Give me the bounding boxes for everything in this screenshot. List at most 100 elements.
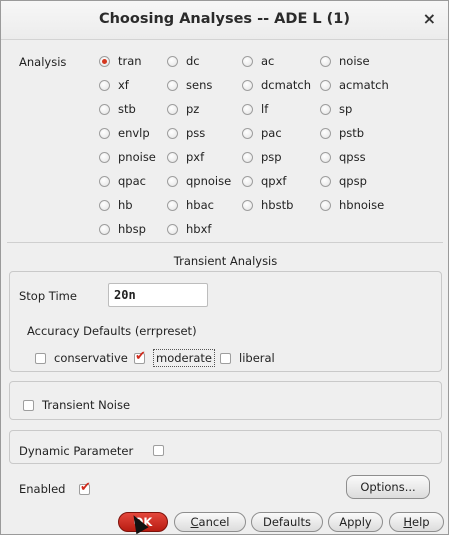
choosing-analyses-dialog: Choosing Analyses -- ADE L (1) × Analysi… xyxy=(0,0,449,535)
radio-dot xyxy=(320,127,331,139)
analysis-radio-hbstb[interactable]: hbstb xyxy=(242,196,293,214)
accuracy-moderate-checkbox[interactable]: moderate xyxy=(134,349,215,367)
radio-dot xyxy=(167,55,178,67)
radio-dot xyxy=(99,127,110,139)
enabled-checkbox[interactable] xyxy=(79,480,98,498)
analysis-radio-qpxf[interactable]: qpxf xyxy=(242,172,286,190)
radio-label: sens xyxy=(186,78,213,92)
radio-label: pac xyxy=(261,126,282,140)
radio-label: sp xyxy=(339,102,353,116)
analysis-radio-sens[interactable]: sens xyxy=(167,76,212,94)
title-bar: Choosing Analyses -- ADE L (1) × xyxy=(1,1,448,40)
analysis-radio-pac[interactable]: pac xyxy=(242,124,282,142)
options-button[interactable]: Options... xyxy=(346,475,430,499)
radio-dot xyxy=(99,151,110,163)
dynamic-parameter-label: Dynamic Parameter xyxy=(19,444,134,458)
radio-label: envlp xyxy=(118,126,150,140)
radio-label: qpac xyxy=(118,174,146,188)
dynamic-parameter-checkbox[interactable] xyxy=(153,441,172,459)
apply-button[interactable]: Apply xyxy=(328,512,383,532)
help-button[interactable]: Help xyxy=(389,512,444,532)
radio-dot xyxy=(320,79,331,91)
analysis-radio-hbxf[interactable]: hbxf xyxy=(167,220,211,238)
analysis-radio-pstb[interactable]: pstb xyxy=(320,124,364,142)
cancel-label-post: ancel xyxy=(198,515,230,529)
radio-dot xyxy=(99,199,110,211)
analysis-radio-hbnoise[interactable]: hbnoise xyxy=(320,196,384,214)
analysis-radio-qpac[interactable]: qpac xyxy=(99,172,146,190)
analysis-radio-hbsp[interactable]: hbsp xyxy=(99,220,146,238)
radio-dot xyxy=(167,127,178,139)
radio-dot xyxy=(167,79,178,91)
radio-label: pss xyxy=(186,126,206,140)
close-icon[interactable]: × xyxy=(423,9,436,28)
analysis-radio-pnoise[interactable]: pnoise xyxy=(99,148,156,166)
radio-dot xyxy=(320,151,331,163)
analysis-radio-tran[interactable]: tran xyxy=(99,52,142,70)
analysis-radio-pz[interactable]: pz xyxy=(167,100,199,118)
radio-label: hb xyxy=(118,198,133,212)
checkbox-label: Transient Noise xyxy=(42,398,131,412)
accuracy-defaults-label: Accuracy Defaults (errpreset) xyxy=(27,324,197,338)
radio-dot xyxy=(242,103,253,115)
analysis-radio-noise[interactable]: noise xyxy=(320,52,370,70)
defaults-button[interactable]: Defaults xyxy=(251,512,323,532)
accuracy-liberal-checkbox[interactable]: liberal xyxy=(220,349,275,367)
analysis-radio-lf[interactable]: lf xyxy=(242,100,268,118)
checkbox-box xyxy=(220,352,231,364)
analysis-radio-pxf[interactable]: pxf xyxy=(167,148,204,166)
radio-dot xyxy=(167,151,178,163)
analysis-radio-psp[interactable]: psp xyxy=(242,148,282,166)
radio-label: hbsp xyxy=(118,222,146,236)
radio-label: dcmatch xyxy=(261,78,311,92)
radio-label: qpxf xyxy=(261,174,287,188)
analysis-radio-sp[interactable]: sp xyxy=(320,100,352,118)
radio-dot xyxy=(320,175,331,187)
analysis-radio-xf[interactable]: xf xyxy=(99,76,129,94)
radio-dot xyxy=(242,127,253,139)
analysis-radio-stb[interactable]: stb xyxy=(99,100,136,118)
check-icon xyxy=(79,480,91,495)
analysis-radio-qpsp[interactable]: qpsp xyxy=(320,172,367,190)
separator xyxy=(7,242,443,243)
analysis-radio-hb[interactable]: hb xyxy=(99,196,133,214)
radio-dot xyxy=(167,103,178,115)
radio-label: qpss xyxy=(339,150,366,164)
enabled-label: Enabled xyxy=(19,482,66,496)
analysis-radio-dc[interactable]: dc xyxy=(167,52,200,70)
help-mnemonic: H xyxy=(403,515,413,529)
radio-dot xyxy=(242,79,253,91)
help-label-post: elp xyxy=(412,515,430,529)
analysis-radio-acmatch[interactable]: acmatch xyxy=(320,76,389,94)
checkbox-box xyxy=(153,444,164,456)
checkbox-label: liberal xyxy=(239,351,275,365)
analysis-radio-envlp[interactable]: envlp xyxy=(99,124,150,142)
radio-label: pnoise xyxy=(118,150,156,164)
radio-dot xyxy=(242,55,253,67)
analysis-radio-ac[interactable]: ac xyxy=(242,52,274,70)
analysis-radio-qpss[interactable]: qpss xyxy=(320,148,366,166)
radio-label: dc xyxy=(186,54,200,68)
radio-label: qpnoise xyxy=(186,174,232,188)
cancel-button[interactable]: Cancel xyxy=(174,512,246,532)
transient-analysis-title: Transient Analysis xyxy=(173,254,278,268)
analysis-radio-dcmatch[interactable]: dcmatch xyxy=(242,76,311,94)
radio-label: hbxf xyxy=(186,222,212,236)
stop-time-label: Stop Time xyxy=(19,289,77,303)
radio-label: psp xyxy=(261,150,282,164)
radio-label: pstb xyxy=(339,126,365,140)
accuracy-conservative-checkbox[interactable]: conservative xyxy=(35,349,128,367)
stop-time-input[interactable]: 20n xyxy=(108,283,208,307)
analysis-radio-pss[interactable]: pss xyxy=(167,124,205,142)
check-icon xyxy=(134,349,146,364)
transient-noise-checkbox[interactable]: Transient Noise xyxy=(23,396,130,414)
radio-dot xyxy=(99,223,110,235)
radio-dot xyxy=(242,175,253,187)
radio-dot xyxy=(167,223,178,235)
analysis-radio-qpnoise[interactable]: qpnoise xyxy=(167,172,231,190)
analysis-radio-hbac[interactable]: hbac xyxy=(167,196,214,214)
radio-label: hbac xyxy=(186,198,214,212)
radio-label: lf xyxy=(261,102,269,116)
checkbox-label: conservative xyxy=(54,351,128,365)
radio-label: noise xyxy=(339,54,370,68)
